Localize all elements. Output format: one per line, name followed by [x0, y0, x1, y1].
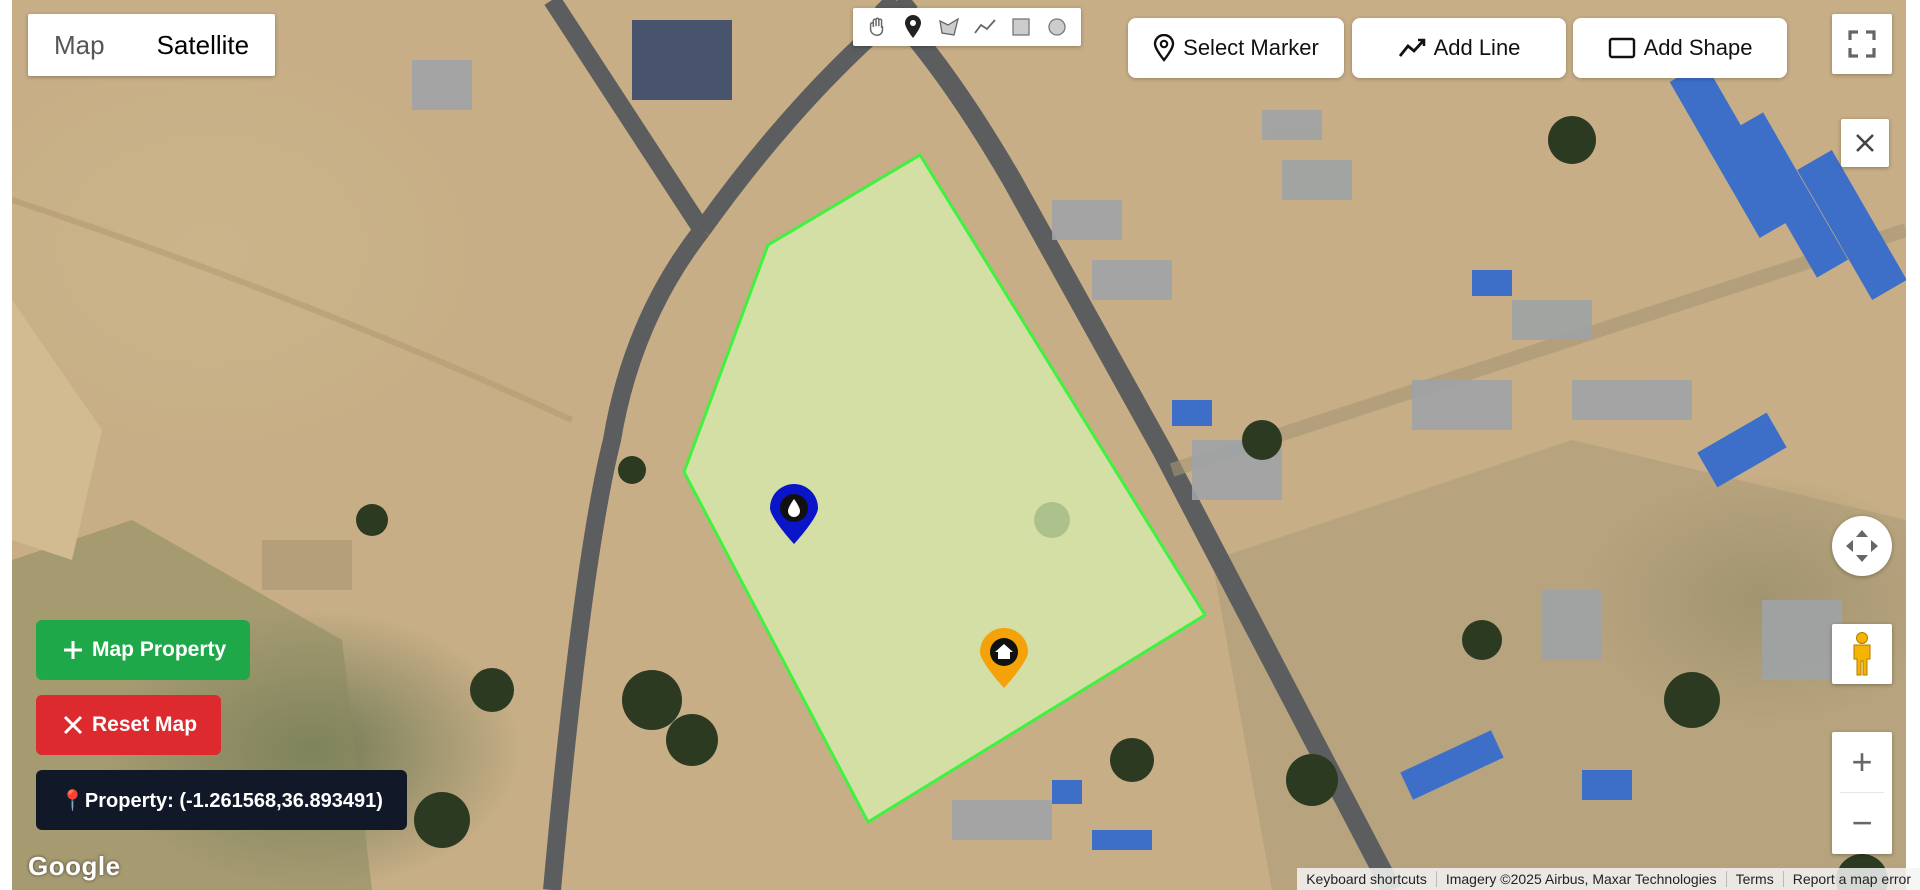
map-canvas[interactable]: [12, 0, 1906, 890]
close-button[interactable]: [1841, 119, 1889, 167]
fullscreen-button[interactable]: [1832, 14, 1892, 74]
rectangle-icon[interactable]: [1003, 11, 1039, 43]
report-error-link[interactable]: Report a map error: [1782, 871, 1920, 887]
zoom-in-button[interactable]: +: [1832, 732, 1892, 792]
imagery-attribution: Imagery ©2025 Airbus, Maxar Technologies: [1435, 871, 1726, 887]
home-marker[interactable]: [978, 628, 1030, 690]
map-type-control: Map Satellite: [28, 14, 276, 76]
marker-icon[interactable]: [895, 11, 931, 43]
satellite-imagery: [12, 0, 1906, 890]
close-icon: [1856, 134, 1874, 152]
select-marker-button[interactable]: Select Marker: [1128, 18, 1344, 78]
pegman-icon: [1853, 632, 1871, 676]
polyline-tool-icon[interactable]: [931, 11, 967, 43]
x-icon: [63, 715, 83, 735]
zoom-control: + −: [1832, 732, 1892, 854]
map-attribution: Keyboard shortcuts Imagery ©2025 Airbus,…: [1297, 868, 1920, 890]
water-marker[interactable]: [768, 484, 820, 546]
property-polygon: [682, 152, 1208, 825]
line-chart-icon: [1398, 38, 1425, 57]
pan-arrows-icon: [1846, 530, 1878, 562]
zoom-out-button[interactable]: −: [1832, 793, 1892, 853]
plus-icon: [64, 641, 82, 659]
terms-link[interactable]: Terms: [1725, 871, 1783, 887]
add-line-label: Add Line: [1433, 35, 1521, 60]
map-property-label: Map Property: [92, 638, 227, 661]
add-shape-button[interactable]: Add Shape: [1573, 18, 1787, 78]
map-pin-icon: [1153, 34, 1175, 62]
line-icon[interactable]: [967, 11, 1003, 43]
keyboard-shortcuts-link[interactable]: Keyboard shortcuts: [1297, 871, 1436, 887]
add-line-button[interactable]: Add Line: [1352, 18, 1566, 78]
hand-icon[interactable]: [859, 11, 895, 43]
circle-icon[interactable]: [1039, 11, 1075, 43]
square-icon: [1608, 37, 1635, 59]
fullscreen-icon: [1848, 30, 1876, 58]
map-type-map-button[interactable]: Map: [28, 14, 131, 76]
select-marker-label: Select Marker: [1183, 35, 1319, 60]
map-property-button[interactable]: Map Property: [36, 620, 251, 680]
property-coordinates: 📍Property: (-1.261568,36.893491): [36, 770, 407, 830]
reset-map-label: Reset Map: [92, 713, 198, 736]
camera-control-button[interactable]: [1832, 516, 1892, 576]
map-type-satellite-button[interactable]: Satellite: [131, 14, 276, 76]
add-shape-label: Add Shape: [1643, 35, 1753, 60]
reset-map-button[interactable]: Reset Map: [36, 695, 222, 755]
drawing-toolbar: [853, 8, 1081, 46]
street-view-pegman-button[interactable]: [1832, 624, 1892, 684]
google-logo: Google: [28, 851, 121, 881]
